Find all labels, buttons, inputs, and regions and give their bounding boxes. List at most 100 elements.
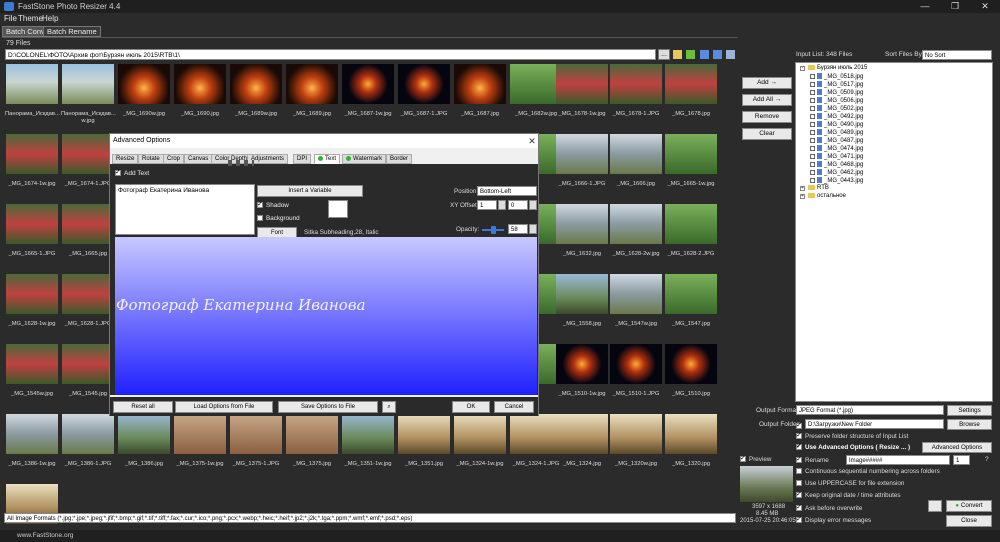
background-option[interactable]: Background [257, 215, 300, 222]
thumbnail-item[interactable]: _MG_1687-1w.jpg [341, 62, 395, 132]
thumbnail-item[interactable]: _MG_1545.jpg [61, 342, 115, 412]
shadow-option[interactable]: Shadow [257, 200, 289, 209]
thumbnail-view-icon[interactable] [700, 50, 709, 59]
thumbnail-item[interactable]: _MG_1628-1.JPG [61, 272, 115, 342]
thumbnail-item[interactable]: _MG_1510-1w.jpg [555, 342, 609, 412]
thumbnail-item[interactable]: _MG_1690w.jpg [117, 62, 171, 132]
tree-file-item[interactable]: _MG_0468.jpg [810, 161, 863, 169]
thumbnail-item[interactable]: _MG_1545w.jpg [5, 342, 59, 412]
dialog-tab-dpi[interactable]: DPI [293, 154, 312, 164]
thumbnail-item[interactable]: _MG_1665-1w.jpg [664, 132, 718, 202]
file-checkbox[interactable] [810, 138, 815, 143]
tab-batch-rename[interactable]: Batch Rename [43, 26, 101, 37]
ask-overwrite-option[interactable]: Ask before overwrite [796, 503, 862, 512]
website-link[interactable]: www.FastStone.org [17, 532, 73, 539]
path-browse-button[interactable]: ... [658, 49, 670, 60]
restore-button[interactable]: ❐ [940, 0, 970, 13]
preview-icon[interactable]: ⌕ [382, 401, 396, 413]
add-text-option[interactable]: Add Text [115, 168, 149, 177]
dialog-tab-text[interactable]: Text [314, 154, 341, 164]
thumbnail-item[interactable]: _MG_1687.jpg [453, 62, 507, 132]
thumbnail-item[interactable]: _MG_1665-1.JPG [5, 202, 59, 272]
thumbnail-item[interactable]: _MG_1678-1w.jpg [555, 62, 609, 132]
collapse-icon[interactable]: - [800, 66, 805, 71]
output-folder-checkbox[interactable] [796, 421, 802, 429]
keep-date-option[interactable]: Keep original date / time attributes [796, 490, 901, 499]
thumbnail-item[interactable]: _MG_1547w.jpg [609, 272, 663, 342]
menu-theme[interactable]: Theme [18, 14, 43, 23]
tree-folder-item[interactable]: + остальное [800, 193, 846, 201]
tree-folder-item[interactable]: + RTB [800, 185, 829, 193]
thumbnail-item[interactable]: _MG_1375-1.JPG [229, 412, 283, 482]
tree-file-item[interactable]: _MG_0517.jpg [810, 81, 863, 89]
x-offset-spinner[interactable] [498, 200, 506, 210]
uppercase-extension-option[interactable]: Use UPPERCASE for file extension [796, 480, 904, 487]
thumbnail-item[interactable]: _MG_1351.jpg [397, 412, 451, 482]
thumbnail-item[interactable]: _MG_1678-1.JPG [609, 62, 663, 132]
shadow-color-swatch[interactable] [328, 200, 348, 218]
add-button[interactable]: Add → [742, 77, 792, 89]
settings-button[interactable]: Settings [947, 405, 992, 416]
text-input[interactable]: Фотограф Екатерина Иванова [115, 184, 255, 235]
tree-file-item[interactable]: _MG_0518.jpg [810, 73, 863, 81]
tree-file-item[interactable]: _MG_0509.jpg [810, 89, 863, 97]
preserve-structure-option[interactable]: Preserve folder structure of Input List [796, 431, 908, 440]
dialog-tab-canvas[interactable]: Canvas [184, 154, 213, 164]
file-checkbox[interactable] [810, 130, 815, 135]
reset-all-button[interactable]: Reset all [113, 401, 173, 413]
file-checkbox[interactable] [810, 74, 815, 79]
opacity-field[interactable]: 58 [508, 224, 528, 234]
thumbnail-item[interactable]: _MG_1320w.jpg [609, 412, 663, 482]
x-offset-field[interactable]: 1 [477, 200, 497, 210]
tree-file-item[interactable]: _MG_0489.jpg [810, 129, 863, 137]
minimize-button[interactable]: — [910, 0, 940, 13]
thumbnail-item[interactable]: _MG_1689.jpg [285, 62, 339, 132]
file-checkbox[interactable] [810, 146, 815, 151]
tree-file-item[interactable]: _MG_0490.jpg [810, 121, 863, 129]
detail-view-icon[interactable] [726, 50, 735, 59]
thumbnail-item[interactable]: _MG_1375.jpg [285, 412, 339, 482]
tree-file-item[interactable]: _MG_0492.jpg [810, 113, 863, 121]
thumbnail-item[interactable]: _MG_1632.jpg [555, 202, 609, 272]
expand-icon[interactable]: + [800, 186, 805, 191]
opacity-spinner[interactable] [529, 224, 537, 234]
rename-option[interactable]: Rename [796, 455, 829, 464]
display-errors-option[interactable]: Display error messages [796, 515, 871, 524]
load-options-button[interactable]: Load Options from File [175, 401, 273, 413]
ok-button[interactable]: OK [452, 401, 490, 413]
tree-file-item[interactable]: _MG_0443.jpg [810, 177, 863, 185]
preview-option[interactable]: Preview [740, 454, 771, 463]
tree-file-item[interactable]: _MG_0462.jpg [810, 169, 863, 177]
thumbnail-item[interactable]: _MG_1666.jpg [609, 132, 663, 202]
file-checkbox[interactable] [810, 82, 815, 87]
thumbnail-item[interactable]: _MG_1690.jpg [173, 62, 227, 132]
thumbnail-item[interactable]: _MG_1628-2.JPG [664, 202, 718, 272]
thumbnail-item[interactable]: _MG_1665.jpg [61, 202, 115, 272]
file-checkbox[interactable] [810, 178, 815, 183]
close-button[interactable]: ✕ [970, 0, 1000, 13]
dialog-tab-watermark[interactable]: Watermark [342, 154, 387, 164]
position-select[interactable]: Bottom-Left [477, 186, 537, 196]
rename-pattern-field[interactable]: Image##### [846, 455, 950, 465]
cancel-button[interactable]: Cancel [494, 401, 534, 413]
thumbnail-item[interactable]: _MG_1674-1.JPG [61, 132, 115, 202]
thumbnail-item[interactable]: _MG_1666-1.JPG [555, 132, 609, 202]
thumbnail-item[interactable]: _MG_1386-1w.jpg [5, 412, 59, 482]
continuous-numbering-option[interactable]: Continuous sequential numbering across f… [796, 468, 940, 475]
rename-start-field[interactable]: 1 [953, 455, 970, 465]
thumbnail-item[interactable]: _MG_1324-1w.jpg [453, 412, 507, 482]
thumbnail-item[interactable]: _MG_1320.jpg [664, 412, 718, 482]
rename-help-icon[interactable]: ? [985, 456, 989, 463]
tree-file-item[interactable]: _MG_0506.jpg [810, 97, 863, 105]
tree-root[interactable]: - Бурзян июль 2015 [800, 65, 867, 73]
browse-button[interactable]: Browse [947, 419, 992, 430]
convert-button[interactable]: ● Convert [946, 500, 992, 512]
drag-handle[interactable] [228, 160, 254, 166]
save-options-button[interactable]: Save Options to File [278, 401, 378, 413]
file-checkbox[interactable] [810, 162, 815, 167]
advanced-options-button[interactable]: Advanced Options [922, 442, 992, 453]
refresh-icon[interactable] [686, 50, 695, 59]
output-format-select[interactable]: JPEG Format (*.jpg) [796, 405, 944, 415]
y-offset-field[interactable]: 0 [508, 200, 528, 210]
list-view-icon[interactable] [713, 50, 722, 59]
